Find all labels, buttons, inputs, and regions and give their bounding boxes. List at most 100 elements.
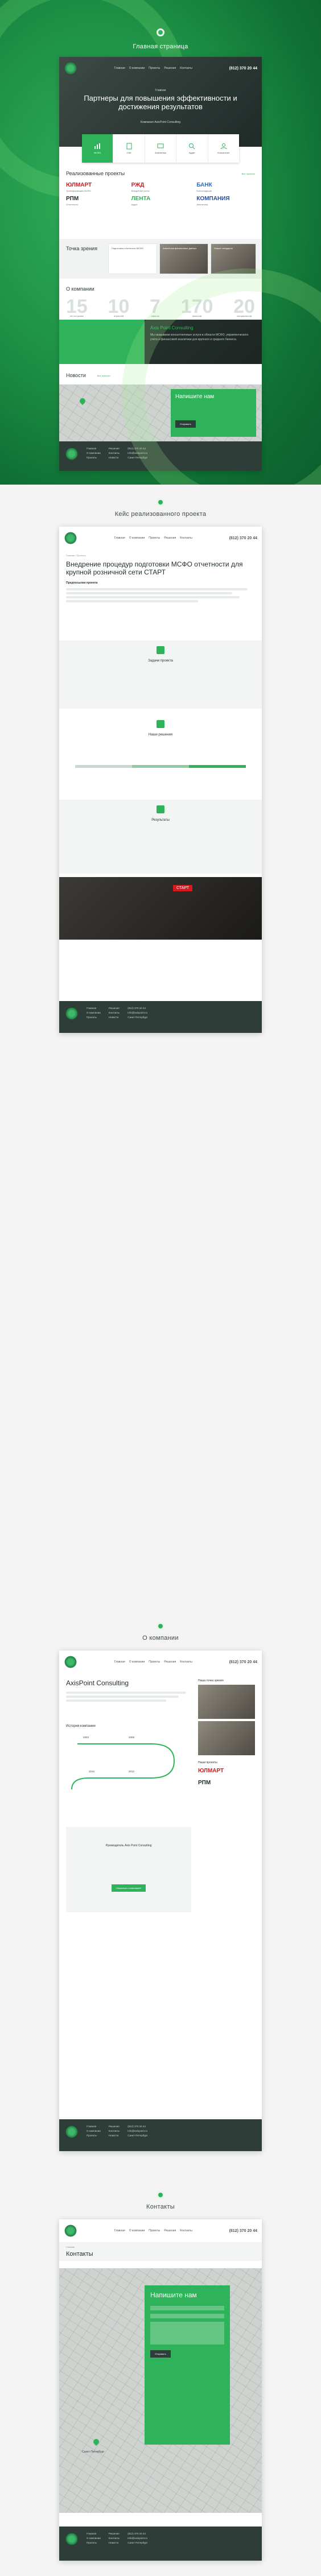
footer-link[interactable]: О компании — [87, 2130, 101, 2132]
footer-link[interactable]: Проекты — [87, 2541, 101, 2544]
footer-email[interactable]: info@axispoint.ru — [127, 2537, 147, 2540]
email-field[interactable] — [150, 2314, 224, 2318]
view-card[interactable]: Новые стандарты — [211, 243, 256, 274]
footer-logo[interactable] — [65, 447, 79, 461]
footer-link[interactable]: Главная — [87, 2125, 101, 2128]
nav-item[interactable]: Контакты — [180, 1660, 192, 1664]
nav-item[interactable]: О компании — [129, 67, 145, 70]
nav-item[interactable]: Контакты — [180, 2229, 192, 2232]
service-tile[interactable]: Аналитика — [145, 134, 177, 163]
client-logo[interactable]: РЖД Внедрение учета — [131, 182, 190, 192]
footer-link[interactable]: Новости — [109, 1016, 120, 1019]
nav-item[interactable]: Главная — [114, 1660, 125, 1664]
footer-logo[interactable] — [65, 1007, 79, 1020]
footer-link[interactable]: Решения — [109, 1007, 120, 1010]
stat: 10 отраслей — [108, 296, 130, 317]
nav-item[interactable]: Проекты — [149, 536, 160, 540]
footer-link[interactable]: Контакты — [109, 2537, 120, 2540]
client-logo[interactable]: ЛЕНТА Аудит — [131, 196, 190, 206]
view-card[interactable] — [198, 1685, 255, 1719]
header-phone[interactable]: (812) 370 20 44 — [229, 536, 257, 540]
footer-phone[interactable]: (812) 370 20 44 — [127, 447, 147, 450]
main-nav: Главная О компании Проекты Решения Контакты — [81, 536, 226, 540]
header-phone[interactable]: (812) 370 20 44 — [229, 1660, 257, 1664]
client-logo[interactable]: БАНК Консолидация — [196, 182, 255, 192]
nav-item[interactable]: Решения — [164, 67, 176, 70]
logo[interactable] — [64, 1655, 77, 1669]
footer-email[interactable]: info@axispoint.ru — [127, 452, 147, 454]
nav-item[interactable]: Контакты — [180, 67, 192, 70]
footer-logo[interactable] — [65, 2532, 79, 2546]
logo[interactable] — [64, 61, 77, 75]
footer-link[interactable]: О компании — [87, 452, 101, 454]
service-tile[interactable]: Аудит — [176, 134, 208, 163]
footer-link[interactable]: Контакты — [109, 452, 120, 454]
all-news-link[interactable]: Все новости — [97, 374, 110, 377]
message-field[interactable] — [150, 2322, 224, 2345]
tasks-block: Задачи проекта — [59, 640, 262, 709]
footer-link[interactable]: Новости — [109, 2134, 120, 2137]
footer-link[interactable]: О компании — [87, 2537, 101, 2540]
send-button[interactable]: Отправить — [150, 2350, 171, 2358]
footer-link[interactable]: Решения — [109, 2532, 120, 2535]
footer-phone[interactable]: (812) 370 20 44 — [127, 2532, 147, 2535]
client-logo[interactable]: РПМ — [198, 1780, 255, 1786]
footer-email[interactable]: info@axispoint.ru — [127, 1011, 147, 1014]
footer-link[interactable]: Решения — [109, 2125, 120, 2128]
header-phone[interactable]: (812) 370 20 44 — [229, 67, 257, 71]
service-tile[interactable]: Учет — [113, 134, 145, 163]
view-card[interactable]: Аналитика финансовых данных — [159, 243, 208, 274]
nav-item[interactable]: О компании — [129, 1660, 145, 1664]
footer-link[interactable]: Новости — [109, 456, 120, 459]
client-logo[interactable]: КОМПАНИЯ Аналитика — [196, 196, 255, 206]
section-home-band: Главная страница Главная О компании Прое… — [0, 0, 321, 485]
footer-link[interactable]: Проекты — [87, 1016, 101, 1019]
service-tile[interactable]: Консалтинг — [208, 134, 239, 163]
footer-link[interactable]: Главная — [87, 447, 101, 450]
client-logo[interactable]: РПМ Отчетность — [66, 196, 125, 206]
nav-item[interactable]: Контакты — [180, 536, 192, 540]
view-card[interactable]: Подготовка отчетности МСФО — [108, 243, 157, 274]
nav-item[interactable]: Решения — [164, 1660, 176, 1664]
footer-link[interactable]: Главная — [87, 1007, 101, 1010]
hero: Главная О компании Проекты Решения Конта… — [59, 57, 262, 147]
nav-item[interactable]: Главная — [114, 536, 125, 540]
breadcrumb[interactable]: Главная / Проекты — [66, 554, 255, 557]
footer-link[interactable]: Главная — [87, 2532, 101, 2535]
send-button[interactable]: Отправить — [175, 420, 196, 428]
nav-item[interactable]: Главная — [114, 67, 125, 70]
view-card[interactable] — [198, 1721, 255, 1755]
nav-item[interactable]: О компании — [129, 2229, 145, 2232]
footer-link[interactable]: Проекты — [87, 2134, 101, 2137]
logo[interactable] — [64, 531, 77, 545]
footer-phone[interactable]: (812) 370 20 44 — [127, 1007, 147, 1010]
client-logo[interactable]: ЮЛМАРТ Трансформация МСФО — [66, 182, 125, 192]
all-projects-link[interactable]: Все проекты — [242, 172, 255, 175]
footer-link[interactable]: Контакты — [109, 1011, 120, 1014]
contacts-map[interactable]: Напишите нам Отправить Санкт-Петербург — [59, 2268, 262, 2513]
client-logo[interactable]: ЮЛМАРТ — [198, 1768, 255, 1774]
service-tile[interactable]: МСФО — [82, 134, 114, 163]
nav-item[interactable]: Главная — [114, 2229, 125, 2232]
footer-link[interactable]: Проекты — [87, 456, 101, 459]
nav-item[interactable]: Решения — [164, 2229, 176, 2232]
footer-phone[interactable]: (812) 370 20 44 — [127, 2125, 147, 2128]
nav-item[interactable]: Решения — [164, 536, 176, 540]
footer-link[interactable]: Решения — [109, 447, 120, 450]
client-name: РЖД — [131, 182, 145, 188]
logo[interactable] — [64, 2224, 77, 2238]
nav-item[interactable]: Проекты — [149, 67, 160, 70]
footer-link[interactable]: О компании — [87, 1011, 101, 1014]
nav-item[interactable]: О компании — [129, 536, 145, 540]
footer-email[interactable]: info@axispoint.ru — [127, 2130, 147, 2132]
contact-cta-button[interactable]: Связаться с компанией — [112, 1884, 146, 1892]
footer-logo[interactable] — [65, 2125, 79, 2139]
footer-link[interactable]: Контакты — [109, 2130, 120, 2132]
nav-item[interactable]: Проекты — [149, 1660, 160, 1664]
header-phone[interactable]: (812) 370 20 44 — [229, 2229, 257, 2233]
breadcrumb[interactable]: Главная — [66, 2246, 255, 2248]
name-field[interactable] — [150, 2306, 224, 2310]
footer-link[interactable]: Новости — [109, 2541, 120, 2544]
nav-item[interactable]: Проекты — [149, 2229, 160, 2232]
contact-map[interactable]: Напишите нам Отправить — [59, 384, 262, 441]
